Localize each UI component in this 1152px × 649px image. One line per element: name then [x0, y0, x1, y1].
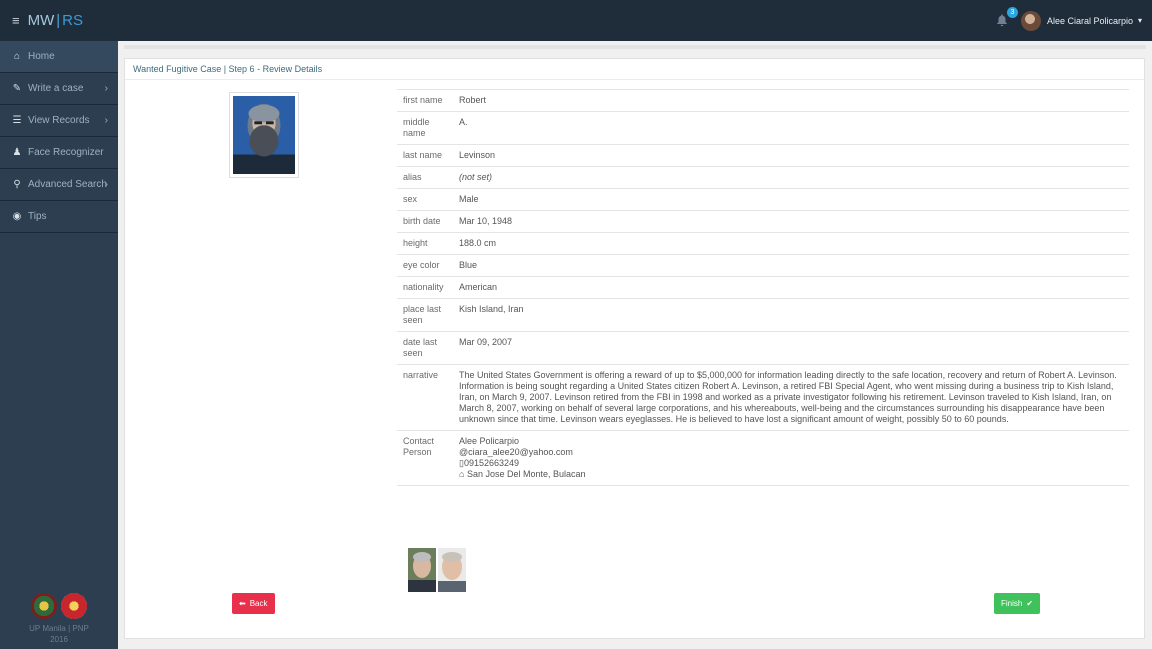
nationality-value: American	[453, 276, 1129, 299]
chevron-right-icon: ›	[104, 115, 108, 126]
field-label: place last seen	[397, 298, 453, 332]
table-row: middle name A.	[397, 111, 1129, 145]
date-last-seen-value: Mar 09, 2007	[453, 331, 1129, 365]
sidebar-footer: UP Manila | PNP 2016	[0, 593, 118, 649]
brand-mw: MW	[27, 12, 55, 29]
check-icon: ✔	[1026, 599, 1034, 608]
sidebar-item-label: Home	[28, 51, 55, 62]
first-name-value: Robert	[453, 89, 1129, 112]
table-row: nationality American	[397, 276, 1129, 299]
sidebar-item-home[interactable]: ⌂ Home	[0, 41, 118, 73]
finish-button[interactable]: Finish ✔	[994, 593, 1041, 614]
sidebar-item-label: View Records	[28, 115, 90, 126]
field-label: first name	[397, 89, 453, 112]
top-strip	[124, 45, 1146, 49]
panel-title: Wanted Fugitive Case | Step 6 - Review D…	[125, 59, 1144, 80]
table-row: Contact Person Alee Policarpio @ciara_al…	[397, 430, 1129, 486]
field-label: height	[397, 232, 453, 255]
home-icon: ⌂	[13, 51, 21, 62]
table-row: last name Levinson	[397, 144, 1129, 167]
top-navbar: ≡ MW | RS 3 Alee Ciaral Policarpio ▾	[0, 0, 1152, 41]
review-panel: Wanted Fugitive Case | Step 6 - Review D…	[124, 58, 1145, 639]
sidebar: ⌂ Home ✎ Write a case › ☰ View Records ›…	[0, 41, 118, 649]
brand-irs: RS	[62, 12, 83, 29]
notification-bell-icon[interactable]: 3	[995, 6, 1018, 29]
contact-person-value: Alee Policarpio @ciara_alee20@yahoo.com …	[453, 430, 1129, 486]
alias-value: (not set)	[453, 166, 1129, 189]
birth-date-value: Mar 10, 1948	[453, 210, 1129, 233]
up-manila-seal-icon	[31, 593, 57, 619]
table-row: date last seen Mar 09, 2007	[397, 331, 1129, 365]
list-icon: ☰	[12, 115, 22, 126]
table-row: first name Robert	[397, 89, 1129, 112]
fugitive-photo	[229, 92, 299, 178]
thumbnail-image[interactable]	[408, 548, 436, 592]
edit-icon: ✎	[12, 83, 22, 94]
sidebar-item-view-records[interactable]: ☰ View Records ›	[0, 105, 118, 137]
field-label: Contact Person	[397, 430, 453, 486]
brand-logo[interactable]: ≡ MW | RS	[0, 0, 83, 41]
field-label: date last seen	[397, 331, 453, 365]
contact-address-row: ⌂ San Jose Del Monte, Bulacan	[459, 469, 1123, 480]
menu-icon[interactable]: ≡	[12, 13, 20, 28]
eye-icon: ◉	[12, 211, 22, 222]
contact-phone: ▯09152663249	[459, 458, 520, 468]
search-icon: ⚲	[13, 179, 21, 190]
field-label: nationality	[397, 276, 453, 299]
user-avatar[interactable]	[1020, 10, 1041, 31]
table-row: place last seen Kish Island, Iran	[397, 298, 1129, 332]
table-row: alias (not set)	[397, 166, 1129, 189]
sidebar-item-label: Face Recognizer	[28, 147, 104, 158]
sidebar-item-tips[interactable]: ◉ Tips	[0, 201, 118, 233]
chevron-right-icon: ›	[104, 83, 108, 94]
middle-name-value: A.	[453, 111, 1129, 145]
field-label: alias	[397, 166, 453, 189]
sidebar-item-label: Write a case	[28, 83, 84, 94]
table-row: sex Male	[397, 188, 1129, 211]
pnp-seal-icon	[61, 593, 87, 619]
user-icon: ♟	[12, 147, 22, 158]
field-label: narrative	[397, 364, 453, 431]
sidebar-item-write-case[interactable]: ✎ Write a case ›	[0, 73, 118, 105]
sidebar-item-advanced-search[interactable]: ⚲ Advanced Search ›	[0, 169, 118, 201]
brand-separator: |	[56, 12, 61, 29]
table-row: height 188.0 cm	[397, 232, 1129, 255]
thumbnail-image[interactable]	[438, 548, 466, 592]
home-icon: ⌂	[459, 469, 465, 479]
photo-thumbnails	[408, 548, 466, 592]
field-label: eye color	[397, 254, 453, 277]
field-label: sex	[397, 188, 453, 211]
sidebar-item-label: Tips	[28, 211, 47, 222]
main-content: Wanted Fugitive Case | Step 6 - Review D…	[118, 41, 1152, 649]
table-row: eye color Blue	[397, 254, 1129, 277]
notification-count-badge: 3	[1006, 6, 1018, 18]
last-name-value: Levinson	[453, 144, 1129, 167]
portrait-image	[233, 96, 295, 174]
footer-line-1: UP Manila | PNP	[29, 624, 89, 633]
finish-button-label: Finish	[1001, 599, 1023, 608]
table-row: birth date Mar 10, 1948	[397, 210, 1129, 233]
place-last-seen-value: Kish Island, Iran	[453, 298, 1129, 332]
back-button-label: Back	[249, 599, 268, 608]
contact-name: Alee Policarpio	[459, 436, 520, 446]
user-name[interactable]: Alee Ciaral Policarpio	[1047, 16, 1133, 26]
narrative-value: The United States Government is offering…	[453, 364, 1129, 431]
contact-address: San Jose Del Monte, Bulacan	[466, 469, 586, 479]
footer-line-2: 2016	[50, 635, 68, 644]
field-label: middle name	[397, 111, 453, 145]
sidebar-item-face-recognizer[interactable]: ♟ Face Recognizer	[0, 137, 118, 169]
field-label: birth date	[397, 210, 453, 233]
field-label: last name	[397, 144, 453, 167]
details-table: first name Robert middle name A. last na…	[397, 89, 1129, 486]
table-row: narrative The United States Government i…	[397, 364, 1129, 431]
sidebar-item-label: Advanced Search	[28, 179, 107, 190]
back-button[interactable]: ⬅ Back	[232, 593, 275, 614]
sex-value: Male	[453, 188, 1129, 211]
chevron-right-icon: ›	[104, 179, 108, 190]
eye-color-value: Blue	[453, 254, 1129, 277]
arrow-left-icon: ⬅	[239, 599, 246, 608]
contact-email: @ciara_alee20@yahoo.com	[459, 447, 573, 457]
height-value: 188.0 cm	[453, 232, 1129, 255]
chevron-down-icon[interactable]: ▾	[1138, 16, 1142, 25]
